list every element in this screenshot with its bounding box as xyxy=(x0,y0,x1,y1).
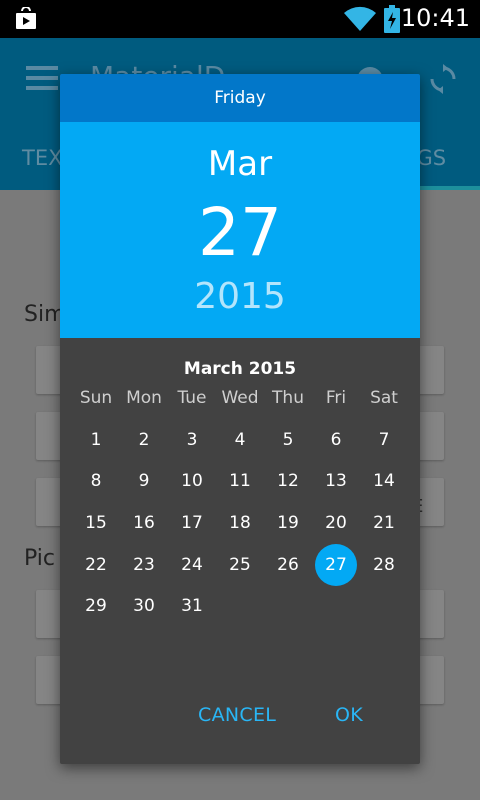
day-cell[interactable]: 9 xyxy=(123,460,165,502)
weekday-label: Mon xyxy=(126,388,162,408)
day-cell[interactable]: 19 xyxy=(267,502,309,544)
weekday-row: Sun Mon Tue Wed Thu Fri Sat xyxy=(60,388,420,410)
selected-date-panel: Mar 27 2015 xyxy=(60,122,420,338)
day-cell[interactable]: 10 xyxy=(171,460,213,502)
weekday-label: Wed xyxy=(221,388,259,408)
day-cell[interactable]: 16 xyxy=(123,502,165,544)
day-cell[interactable]: 4 xyxy=(219,419,261,461)
weekday-label: Thu xyxy=(272,388,304,408)
status-time: 10:41 xyxy=(400,4,470,32)
section-label-pickers: Pic xyxy=(24,546,55,571)
day-cell[interactable]: 26 xyxy=(267,544,309,586)
day-cell[interactable]: 22 xyxy=(75,544,117,586)
day-cell[interactable]: 20 xyxy=(315,502,357,544)
tab-text[interactable]: TEX xyxy=(22,146,62,170)
weekday-label: Sun xyxy=(79,388,113,408)
day-cell[interactable]: 2 xyxy=(123,419,165,461)
status-bar: 10:41 xyxy=(0,0,480,38)
weekday-label: Tue xyxy=(177,388,207,408)
day-cell-selected[interactable]: 27 xyxy=(315,544,357,586)
calendar-month-title: March 2015 xyxy=(183,359,297,379)
day-cell[interactable]: 12 xyxy=(267,460,309,502)
day-cell[interactable]: 15 xyxy=(75,502,117,544)
date-picker-dialog: Friday Mar 27 2015 March 2015 Sun Mon Tue W… xyxy=(60,74,420,764)
day-cell[interactable]: 28 xyxy=(363,544,405,586)
day-cell[interactable]: 31 xyxy=(171,585,213,627)
day-cell[interactable]: 11 xyxy=(219,460,261,502)
selected-month[interactable]: Mar xyxy=(60,144,420,184)
day-cell[interactable]: 13 xyxy=(315,460,357,502)
day-cell[interactable]: 3 xyxy=(171,419,213,461)
day-cell[interactable]: 18 xyxy=(219,502,261,544)
day-cell[interactable]: 23 xyxy=(123,544,165,586)
day-cell[interactable]: 25 xyxy=(219,544,261,586)
day-cell[interactable]: 1 xyxy=(75,419,117,461)
refresh-icon[interactable] xyxy=(428,64,458,98)
day-cell[interactable]: 7 xyxy=(363,419,405,461)
wifi-icon xyxy=(344,6,376,36)
battery-charging-icon xyxy=(384,5,400,37)
cancel-button[interactable]: CANCEL xyxy=(198,704,276,726)
weekday-label: Sat xyxy=(370,388,398,408)
menu-icon[interactable] xyxy=(26,64,58,96)
day-cell[interactable]: 30 xyxy=(123,585,165,627)
day-cell[interactable]: 29 xyxy=(75,585,117,627)
ok-button[interactable]: OK xyxy=(335,704,363,726)
day-cell[interactable]: 14 xyxy=(363,460,405,502)
day-cell[interactable]: 6 xyxy=(315,419,357,461)
day-of-week-header: Friday xyxy=(60,74,420,122)
day-cell[interactable]: 24 xyxy=(171,544,213,586)
play-store-icon xyxy=(14,6,38,35)
day-cell[interactable]: 8 xyxy=(75,460,117,502)
weekday-label: Fri xyxy=(325,388,347,408)
selected-day[interactable]: 27 xyxy=(60,194,420,271)
selected-year[interactable]: 2015 xyxy=(60,276,420,317)
day-cell[interactable]: 5 xyxy=(267,419,309,461)
day-cell[interactable]: 17 xyxy=(171,502,213,544)
day-cell[interactable]: 21 xyxy=(363,502,405,544)
